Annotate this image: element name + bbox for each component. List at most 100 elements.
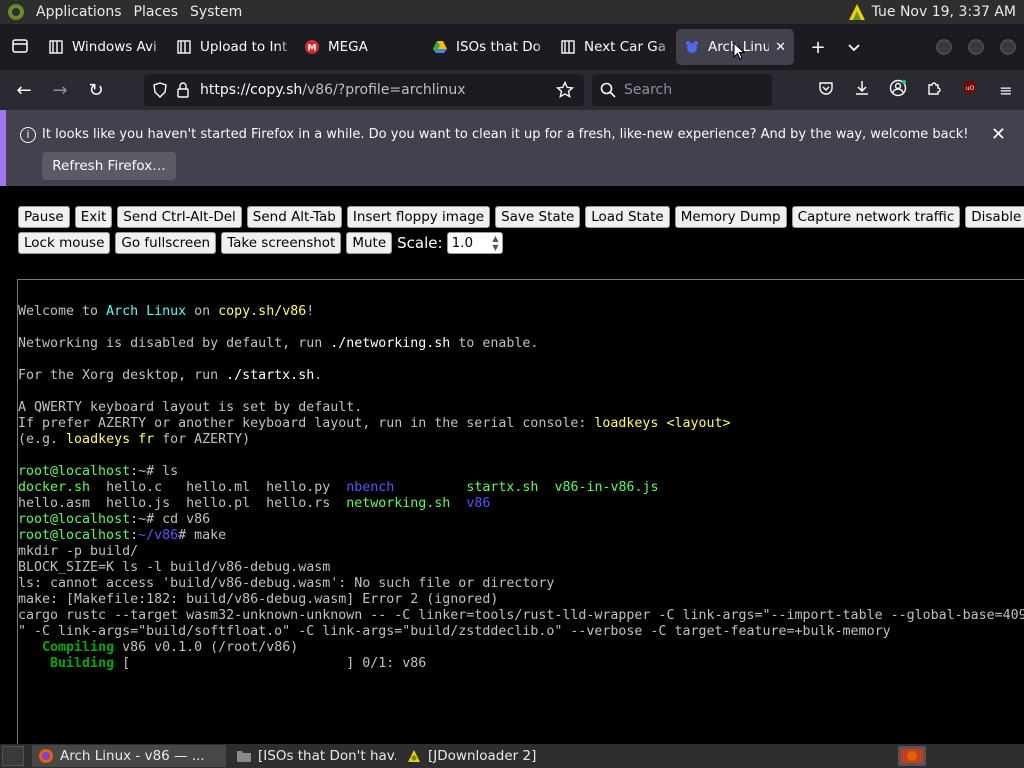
navigation-toolbar: ← → ↻ https://copy.sh/v86/?profile=archl… <box>0 70 1024 110</box>
scale-input[interactable]: 1.0 ▲ ▼ <box>446 232 503 254</box>
tab-windows-avi[interactable]: Windows Avi <box>40 29 168 65</box>
forward-icon[interactable]: → <box>42 80 78 101</box>
terminal-text: loadkeys fr <box>66 432 155 447</box>
account-icon[interactable] <box>880 79 916 101</box>
exit-button[interactable]: Exit <box>74 206 113 228</box>
search-placeholder: Search <box>624 82 673 98</box>
control-row-1: Pause Exit Send Ctrl-Alt-Del Send Alt-Ta… <box>18 206 1024 228</box>
close-tab-icon[interactable]: ✕ <box>775 40 786 55</box>
search-bar[interactable]: Search <box>592 74 772 106</box>
terminal-text: v86 <box>466 496 491 511</box>
send-alt-tab-button[interactable]: Send Alt-Tab <box>246 206 342 228</box>
terminal-text: mkdir -p build/ <box>18 544 139 559</box>
firefox-icon <box>39 749 53 763</box>
network-status-icon[interactable] <box>846 2 868 22</box>
toolbar-icons: uO ≡ <box>808 70 1024 110</box>
taskbar-item-folder[interactable]: [ISOs that Don't hav... <box>230 745 396 767</box>
tab-mega[interactable]: M MEGA <box>296 29 424 65</box>
ublock-origin-icon[interactable]: uO <box>952 80 988 100</box>
taskbar-item-jdownloader[interactable]: [JDownloader 2] <box>400 745 550 767</box>
load-state-button[interactable]: Load State <box>585 206 670 228</box>
spinner-arrows-icon[interactable]: ▲ ▼ <box>492 234 498 252</box>
save-state-button[interactable]: Save State <box>495 206 581 228</box>
terminal-text: . <box>314 368 323 383</box>
tab-next-car-game[interactable]: Next Car Gan <box>552 29 674 65</box>
page-icon <box>49 40 63 54</box>
terminal-text: ! <box>306 304 315 319</box>
tab-upload-to-internet-archive[interactable]: Upload to Int <box>168 29 296 65</box>
folder-icon <box>237 751 251 762</box>
url-bar[interactable]: https://copy.sh/v86/?profile=archlinux <box>144 74 584 106</box>
back-icon[interactable]: ← <box>6 80 42 101</box>
refresh-firefox-button[interactable]: Refresh Firefox… <box>42 152 176 180</box>
terminal-line: (e.g. loadkeys fr for AZERTY) <box>18 432 1024 448</box>
terminal-line: For the Xorg desktop, run ./startx.sh. <box>18 368 1024 384</box>
menu-system[interactable]: System <box>184 0 248 24</box>
tab-title: MEGA <box>328 39 368 55</box>
lock-icon[interactable] <box>176 82 190 98</box>
close-notification-icon[interactable]: ✕ <box>991 124 1006 145</box>
terminal-output: Welcome to Arch Linux on copy.sh/v86! Net… <box>18 288 1024 672</box>
menu-applications[interactable]: Applications <box>30 0 128 24</box>
terminal-text: root@localhost <box>18 512 131 527</box>
system-logo-icon[interactable] <box>6 2 26 22</box>
disable-mouse-button[interactable]: Disable mouse <box>965 206 1024 228</box>
lock-mouse-button[interactable]: Lock mouse <box>18 232 111 254</box>
capture-network-traffic-button[interactable]: Capture network traffic <box>791 206 961 228</box>
menu-icon[interactable]: ≡ <box>988 81 1024 100</box>
bookmark-star-icon[interactable] <box>556 81 574 99</box>
terminal-text: :~# ls <box>130 464 179 479</box>
close-window-button[interactable] <box>1000 39 1016 55</box>
terminal-text: For the Xorg desktop, run <box>18 368 227 383</box>
downloads-icon[interactable] <box>844 80 880 100</box>
insert-floppy-button[interactable]: Insert floppy image <box>346 206 491 228</box>
take-screenshot-button[interactable]: Take screenshot <box>221 232 342 254</box>
terminal-line: cargo rustc --target wasm32-unknown-unkn… <box>18 608 1024 624</box>
taskbar-item-label: [JDownloader 2] <box>428 748 537 764</box>
minimize-window-button[interactable] <box>936 39 952 55</box>
terminal-text: root@localhost <box>18 464 131 479</box>
extensions-icon[interactable] <box>916 80 952 100</box>
shield-icon[interactable] <box>152 82 168 98</box>
reload-icon[interactable]: ↻ <box>78 80 114 101</box>
tab-isos[interactable]: ISOs that Do <box>424 29 552 65</box>
terminal-text: If prefer AZERTY or another keyboard lay… <box>18 416 595 431</box>
new-tab-icon[interactable]: + <box>800 37 836 58</box>
terminal-line: root@localhost:~# cd v86 <box>18 512 1024 528</box>
tab-title: Upload to Int <box>200 39 288 55</box>
page-icon <box>177 40 191 54</box>
list-tabs-icon[interactable] <box>836 37 872 58</box>
terminal-text: v86 v0.1.0 (/root/v86) <box>114 640 299 655</box>
memory-dump-button[interactable]: Memory Dump <box>674 206 787 228</box>
clock[interactable]: Tue Nov 19, 3:37 AM <box>868 4 1020 20</box>
terminal-text: Welcome to <box>18 304 107 319</box>
terminal-text: docker.sh <box>18 480 91 495</box>
terminal-line: mkdir -p build/ <box>18 544 1024 560</box>
url-path: /v86/?profile=archlinux <box>302 82 466 98</box>
terminal-text: on <box>186 304 219 319</box>
go-fullscreen-button[interactable]: Go fullscreen <box>115 232 217 254</box>
top-panel: Applications Places System Tue Nov 19, 3… <box>0 0 1024 24</box>
emulator-screen[interactable]: Welcome to Arch Linux on copy.sh/v86! Net… <box>17 279 1024 744</box>
workspace-switcher[interactable] <box>898 746 926 766</box>
terminal-line: Compiling v86 v0.1.0 (/root/v86) <box>18 640 1024 656</box>
maximize-window-button[interactable] <box>968 39 984 55</box>
pocket-icon[interactable] <box>808 80 844 100</box>
tab-overview-icon[interactable] <box>0 37 40 58</box>
terminal-text: cargo rustc --target wasm32-unknown-unkn… <box>18 608 1024 623</box>
mute-button[interactable]: Mute <box>346 232 393 254</box>
terminal-line: Welcome to Arch Linux on copy.sh/v86! <box>18 304 1024 320</box>
show-desktop-button[interactable] <box>2 746 24 766</box>
terminal-text: root@localhost <box>18 528 131 543</box>
tab-strip: Windows Avi Upload to Int M MEGA ISOs th… <box>0 24 1024 70</box>
terminal-text: :~# cd v86 <box>130 512 211 527</box>
taskbar-item-firefox[interactable]: Arch Linux - v86 — ... <box>32 745 226 767</box>
pause-button[interactable]: Pause <box>18 206 70 228</box>
menu-places[interactable]: Places <box>128 0 185 24</box>
notification-message: It looks like you haven't started Firefo… <box>42 127 969 142</box>
send-ctrl-alt-del-button[interactable]: Send Ctrl-Alt-Del <box>117 206 242 228</box>
terminal-text: copy.sh/v86 <box>218 304 307 319</box>
